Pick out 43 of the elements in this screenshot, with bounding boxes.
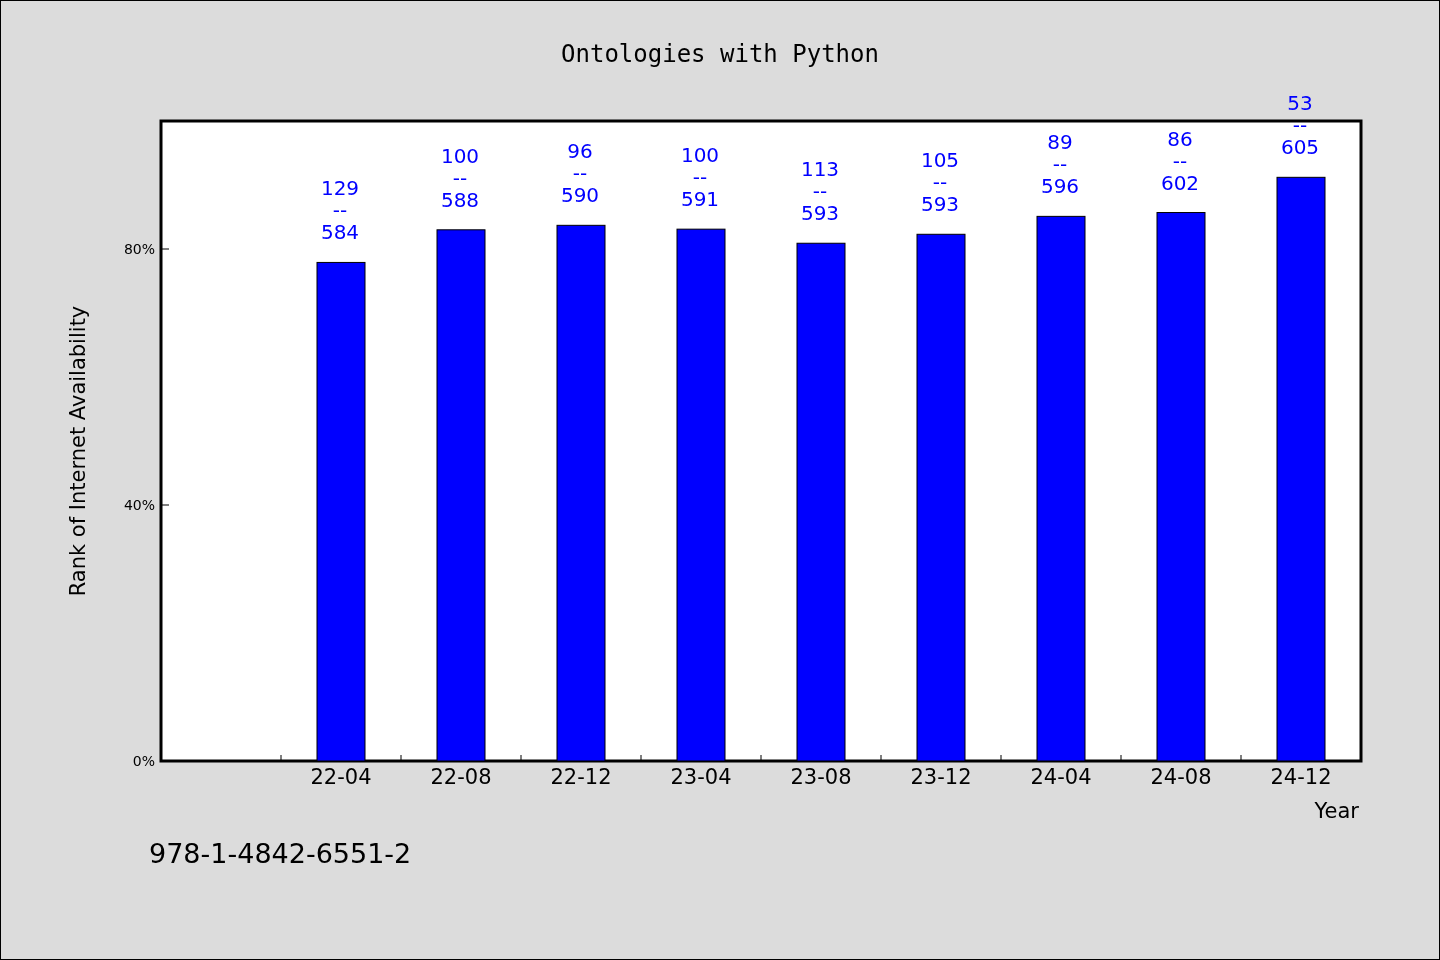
value-label: 593 (800, 201, 840, 226)
value-label: -- (452, 165, 468, 190)
value-label: 602 (1160, 170, 1200, 195)
value-label: 591 (680, 187, 720, 212)
x-tick-label: 22-08 (430, 765, 492, 789)
x-tick-label: 22-04 (310, 765, 372, 789)
value-label: -- (1292, 113, 1308, 138)
value-label: 605 (1280, 135, 1320, 160)
value-label: -- (1172, 148, 1188, 173)
value-label: 105 (920, 148, 960, 173)
x-tick-label: 24-08 (1150, 765, 1212, 789)
x-tick-label: 22-12 (550, 765, 612, 789)
value-label: -- (692, 165, 708, 190)
y-tick-label: 0% (132, 753, 155, 769)
value-label: 86 (1167, 126, 1193, 151)
isbn-text: 978-1-4842-6551-2 (149, 838, 412, 869)
y-tick-label: 80% (123, 241, 155, 257)
x-tick-label: 23-12 (910, 765, 972, 789)
value-label: -- (332, 198, 348, 223)
x-tick-label: 23-04 (670, 765, 732, 789)
value-label: 588 (440, 187, 480, 212)
value-label: 584 (320, 220, 360, 245)
chart-title: Ontologies with Python (561, 40, 879, 68)
value-label: 53 (1287, 91, 1313, 116)
value-label: 590 (560, 183, 600, 208)
value-label: 129 (320, 176, 360, 201)
x-tick-label: 23-08 (790, 765, 852, 789)
value-label: 100 (680, 143, 720, 168)
value-label: -- (572, 161, 588, 186)
value-label: -- (932, 170, 948, 195)
y-tick-label: 40% (123, 497, 155, 513)
x-axis-title: Year (1314, 799, 1359, 823)
value-label: 113 (800, 157, 840, 182)
y-axis-title: Rank of Internet Availability (66, 305, 90, 597)
value-label: 596 (1040, 174, 1080, 199)
x-tick-label: 24-12 (1270, 765, 1332, 789)
value-label: 96 (567, 139, 593, 164)
value-label: -- (812, 179, 828, 204)
value-label: 100 (440, 143, 480, 168)
value-label: -- (1052, 152, 1068, 177)
value-label: 89 (1047, 130, 1073, 155)
value-label: 593 (920, 192, 960, 217)
x-tick-label: 24-04 (1030, 765, 1092, 789)
